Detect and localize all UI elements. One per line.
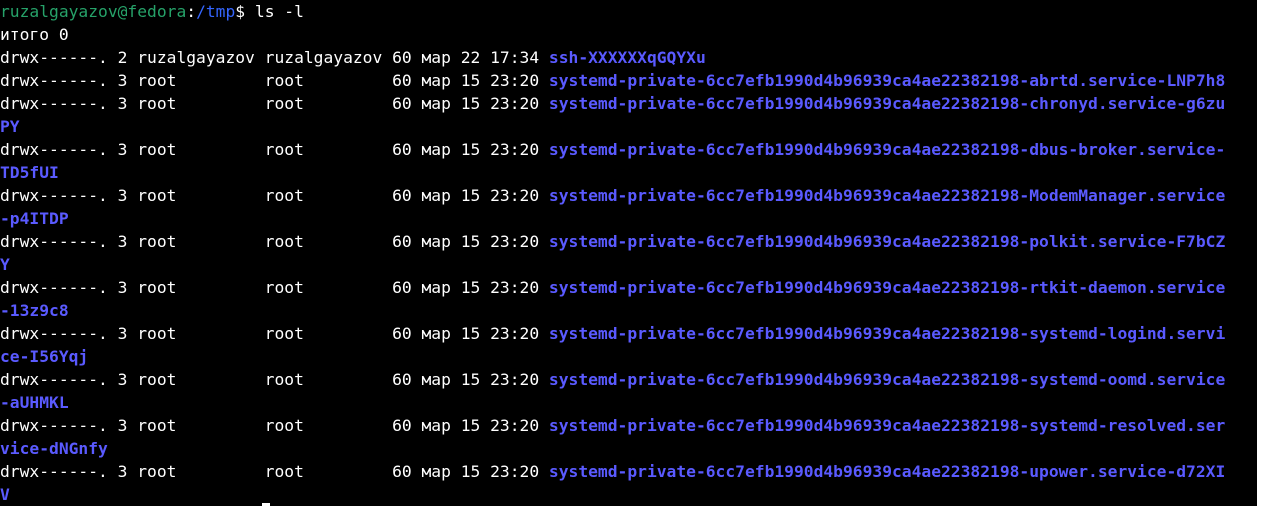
total-line: итого 0 xyxy=(0,25,69,44)
listing-row: drwx------. 3 root root 60 мар 15 23:20 … xyxy=(0,230,1257,253)
prompt-symbol: $ xyxy=(235,2,255,21)
prompt-path: /tmp xyxy=(196,2,236,21)
directory-name[interactable]: systemd-private-6cc7efb1990d4b96939ca4ae… xyxy=(549,232,1225,251)
listing-row: drwx------. 2 ruzalgayazov ruzalgayazov … xyxy=(0,46,1257,69)
listing-row: drwx------. 3 root root 60 мар 15 23:20 … xyxy=(0,368,1257,391)
terminal-output[interactable]: ruzalgayazov@fedora:/tmp$ ls -l итого 0 … xyxy=(0,0,1257,506)
entry-meta: drwx------. 3 root root 60 мар 15 23:20 xyxy=(0,416,549,435)
prompt-line: ruzalgayazov@fedora:/tmp$ ls -l xyxy=(0,0,1257,23)
directory-name-wrap[interactable]: Y xyxy=(0,253,1257,276)
directory-name[interactable]: systemd-private-6cc7efb1990d4b96939ca4ae… xyxy=(549,416,1225,435)
directory-name[interactable]: systemd-private-6cc7efb1990d4b96939ca4ae… xyxy=(549,324,1225,343)
directory-name[interactable]: systemd-private-6cc7efb1990d4b96939ca4ae… xyxy=(549,370,1225,389)
listing-row: drwx------. 3 root root 60 мар 15 23:20 … xyxy=(0,276,1257,299)
directory-name[interactable]: systemd-private-6cc7efb1990d4b96939ca4ae… xyxy=(549,186,1225,205)
directory-name-wrap[interactable]: -p4ITDP xyxy=(0,207,1257,230)
listing-row: drwx------. 3 root root 60 мар 15 23:20 … xyxy=(0,92,1257,115)
entry-meta: drwx------. 3 root root 60 мар 15 23:20 xyxy=(0,462,549,481)
directory-name[interactable]: systemd-private-6cc7efb1990d4b96939ca4ae… xyxy=(549,140,1225,159)
entry-meta: drwx------. 3 root root 60 мар 15 23:20 xyxy=(0,186,549,205)
entry-meta: drwx------. 3 root root 60 мар 15 23:20 xyxy=(0,140,549,159)
directory-name-wrap[interactable]: PY xyxy=(0,115,1257,138)
directory-name[interactable]: systemd-private-6cc7efb1990d4b96939ca4ae… xyxy=(549,278,1225,297)
entry-meta: drwx------. 3 root root 60 мар 15 23:20 xyxy=(0,232,549,251)
directory-name-wrap[interactable]: -13z9c8 xyxy=(0,299,1257,322)
directory-name-wrap[interactable]: ce-I56Yqj xyxy=(0,345,1257,368)
prompt-colon: : xyxy=(186,2,197,21)
entry-meta: drwx------. 2 ruzalgayazov ruzalgayazov … xyxy=(0,48,549,67)
directory-name[interactable]: systemd-private-6cc7efb1990d4b96939ca4ae… xyxy=(549,94,1225,113)
entry-meta: drwx------. 3 root root 60 мар 15 23:20 xyxy=(0,71,549,90)
listing-row: drwx------. 3 root root 60 мар 15 23:20 … xyxy=(0,460,1257,483)
directory-name[interactable]: systemd-private-6cc7efb1990d4b96939ca4ae… xyxy=(549,71,1225,90)
directory-name-wrap[interactable]: vice-dNGnfy xyxy=(0,437,1257,460)
listing-row: drwx------. 3 root root 60 мар 15 23:20 … xyxy=(0,138,1257,161)
prompt-user-host: ruzalgayazov@fedora xyxy=(0,2,187,21)
listing-row: drwx------. 3 root root 60 мар 15 23:20 … xyxy=(0,184,1257,207)
directory-name-wrap[interactable]: TD5fUI xyxy=(0,161,1257,184)
directory-name[interactable]: systemd-private-6cc7efb1990d4b96939ca4ae… xyxy=(549,462,1225,481)
listing-row: drwx------. 3 root root 60 мар 15 23:20 … xyxy=(0,69,1257,92)
prompt-command: ls -l xyxy=(254,2,304,21)
directory-name[interactable]: ssh-XXXXXXqGQYXu xyxy=(549,48,706,67)
entry-meta: drwx------. 3 root root 60 мар 15 23:20 xyxy=(0,94,549,113)
directory-name-wrap[interactable]: V xyxy=(0,483,1257,506)
listing-row: drwx------. 3 root root 60 мар 15 23:20 … xyxy=(0,322,1257,345)
directory-listing: drwx------. 2 ruzalgayazov ruzalgayazov … xyxy=(0,46,1257,506)
directory-name-wrap[interactable]: -aUHMKL xyxy=(0,391,1257,414)
scrollbar[interactable] xyxy=(1257,0,1272,506)
entry-meta: drwx------. 3 root root 60 мар 15 23:20 xyxy=(0,324,549,343)
listing-row: drwx------. 3 root root 60 мар 15 23:20 … xyxy=(0,414,1257,437)
entry-meta: drwx------. 3 root root 60 мар 15 23:20 xyxy=(0,278,549,297)
entry-meta: drwx------. 3 root root 60 мар 15 23:20 xyxy=(0,370,549,389)
